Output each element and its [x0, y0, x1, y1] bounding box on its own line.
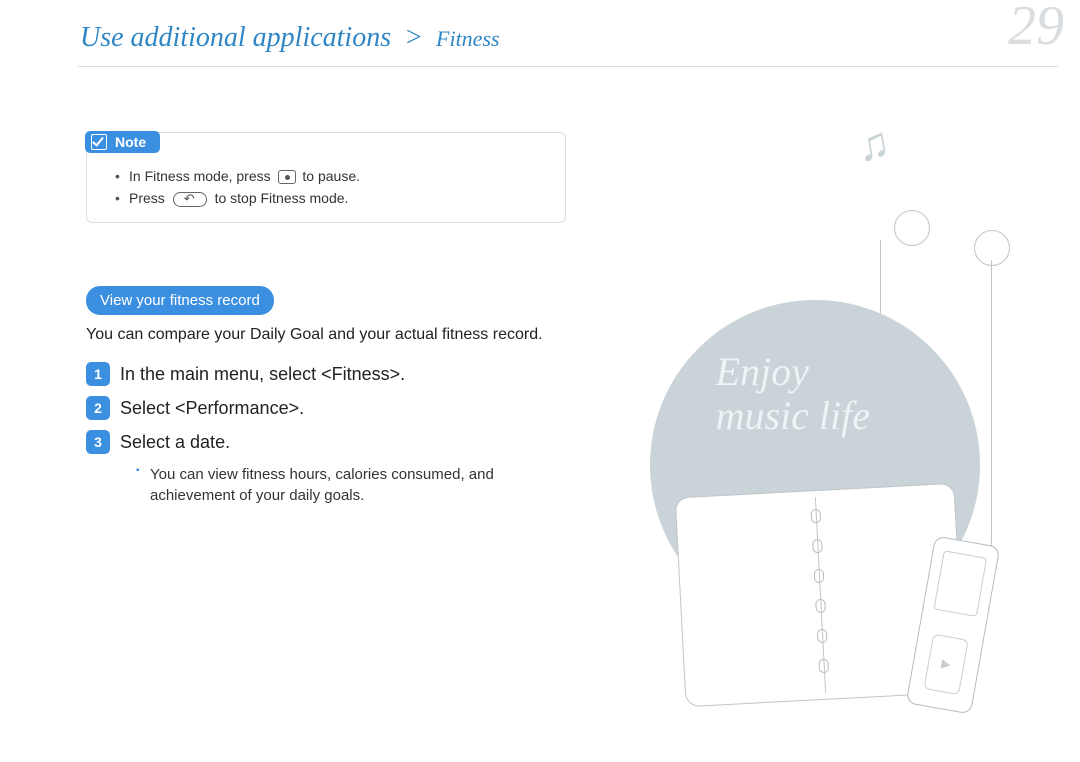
center-button-icon: [278, 170, 296, 184]
note-text-post: to pause.: [302, 168, 360, 184]
manual-page: Use additional applications > Fitness 29…: [0, 0, 1080, 762]
step-row: 2 Select <Performance>.: [86, 396, 606, 420]
note-text-pre: Press: [129, 190, 169, 206]
step-number-badge: 3: [86, 430, 110, 454]
notebook-rings: [811, 509, 830, 689]
page-number: 29: [1008, 0, 1064, 58]
decorative-illustration: ♫ Enjoy music life: [620, 120, 1040, 740]
breadcrumb-separator: >: [404, 22, 423, 53]
header-divider: [78, 66, 1058, 67]
note-text-post: to stop Fitness mode.: [215, 190, 349, 206]
breadcrumb: Use additional applications > Fitness: [80, 22, 500, 54]
step-text: Select a date.: [120, 430, 230, 453]
note-item: Press to stop Fitness mode.: [115, 187, 549, 210]
music-note-icon: ♫: [853, 118, 894, 173]
section-title: View your fitness record: [86, 286, 274, 315]
step-text: Select <Performance>.: [120, 396, 304, 419]
player-pad: [923, 634, 968, 695]
step-row: 3 Select a date.: [86, 430, 606, 454]
section-intro: You can compare your Daily Goal and your…: [86, 326, 543, 344]
back-button-icon: [173, 192, 207, 207]
player-screen: [933, 550, 987, 617]
step-number-badge: 1: [86, 362, 110, 386]
note-tab: Note: [85, 131, 160, 153]
step-row: 1 In the main menu, select <Fitness>.: [86, 362, 606, 386]
breadcrumb-main: Use additional applications: [80, 22, 391, 53]
note-item: In Fitness mode, press to pause.: [115, 165, 549, 187]
step-text: In the main menu, select <Fitness>.: [120, 362, 405, 385]
step-sub-bullet: You can view fitness hours, calories con…: [136, 464, 576, 506]
note-text-pre: In Fitness mode, press: [129, 168, 275, 184]
note-box: Note In Fitness mode, press to pause. Pr…: [86, 132, 566, 223]
tagline-line2: music life: [716, 393, 870, 438]
breadcrumb-sub: Fitness: [436, 26, 500, 51]
step-number-badge: 2: [86, 396, 110, 420]
numbered-steps: 1 In the main menu, select <Fitness>. 2 …: [86, 362, 606, 506]
check-icon: [91, 134, 107, 150]
tagline-line1: Enjoy: [716, 349, 809, 394]
note-label: Note: [115, 134, 146, 150]
tagline: Enjoy music life: [716, 350, 870, 438]
